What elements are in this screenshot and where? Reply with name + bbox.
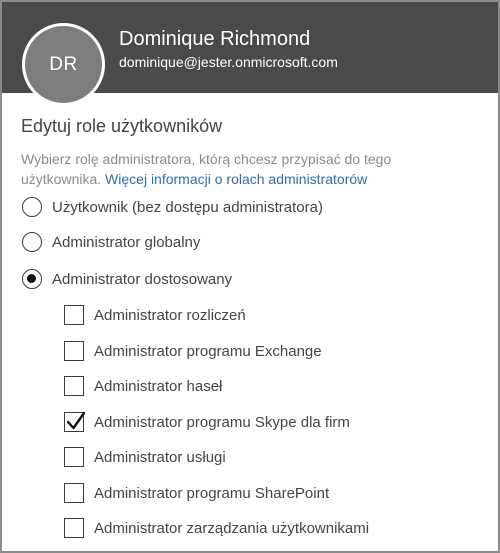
radio-custom-admin[interactable] <box>22 269 42 289</box>
custom-role-label: Administrator haseł <box>94 377 223 395</box>
custom-role-label: Administrator rozliczeń <box>94 306 246 324</box>
role-label: Użytkownik (bez dostępu administratora) <box>52 198 323 216</box>
edit-user-roles-panel: Dominique Richmond dominique@jester.onmi… <box>0 0 500 553</box>
roles-section: Edytuj role użytkowników Wybierz rolę ad… <box>21 116 484 189</box>
custom-role-label: Administrator programu SharePoint <box>94 484 330 502</box>
custom-role-label: Administrator programu Skype dla firm <box>94 413 350 431</box>
checkbox-skype[interactable] <box>64 411 86 432</box>
custom-role-user-management[interactable]: Administrator zarządzania użytkownikami <box>64 518 369 538</box>
custom-role-label: Administrator zarządzania użytkownikami <box>94 519 370 537</box>
custom-role-label: Administrator usługi <box>94 448 226 466</box>
section-description: Wybierz rolę administratora, którą chces… <box>21 149 421 189</box>
role-label: Administrator dostosowany <box>52 270 233 288</box>
custom-role-skype[interactable]: Administrator programu Skype dla firm <box>64 411 350 432</box>
checkbox-password[interactable] <box>64 376 84 396</box>
role-option-global-admin[interactable]: Administrator globalny <box>22 232 200 252</box>
checkbox-user-management[interactable] <box>64 518 84 538</box>
custom-role-billing[interactable]: Administrator rozliczeń <box>64 305 246 325</box>
role-label: Administrator globalny <box>52 233 201 251</box>
avatar: DR <box>22 23 105 106</box>
custom-role-sharepoint[interactable]: Administrator programu SharePoint <box>64 483 329 503</box>
admin-roles-info-link[interactable]: Więcej informacji o rolach administrator… <box>105 171 367 187</box>
user-name: Dominique Richmond <box>119 28 311 50</box>
radio-global-admin[interactable] <box>22 232 42 252</box>
checkbox-exchange[interactable] <box>64 341 84 361</box>
checkbox-service[interactable] <box>64 447 84 467</box>
role-option-user[interactable]: Użytkownik (bez dostępu administratora) <box>22 197 323 217</box>
custom-role-label: Administrator programu Exchange <box>94 342 322 360</box>
radio-user[interactable] <box>22 197 42 217</box>
user-email: dominique@jester.onmicrosoft.com <box>119 54 338 70</box>
checkmark-icon <box>66 411 86 430</box>
checkbox-sharepoint[interactable] <box>64 483 84 503</box>
custom-role-service[interactable]: Administrator usługi <box>64 447 226 467</box>
custom-role-password[interactable]: Administrator haseł <box>64 376 222 396</box>
section-title: Edytuj role użytkowników <box>21 116 223 136</box>
checkbox-billing[interactable] <box>64 305 84 325</box>
role-option-custom-admin[interactable]: Administrator dostosowany <box>22 269 232 289</box>
custom-role-exchange[interactable]: Administrator programu Exchange <box>64 341 322 361</box>
